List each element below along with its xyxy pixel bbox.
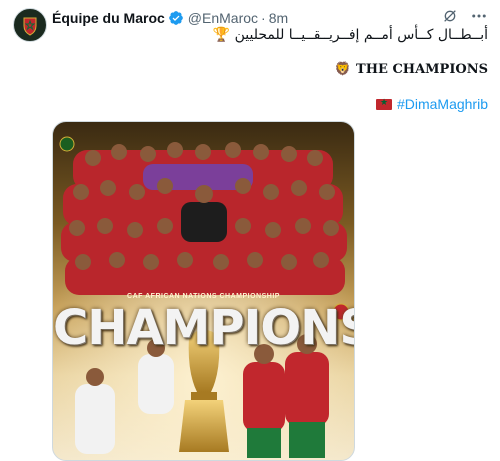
separator-dot: · (261, 10, 266, 26)
author-handle[interactable]: @EnMaroc (188, 10, 258, 26)
morocco-flag-icon (375, 97, 392, 110)
crest-icon (59, 136, 75, 152)
tweet-hashtag-line: #DimaMaghrib (375, 96, 488, 112)
timestamp[interactable]: 8m (269, 10, 288, 26)
tweet-text-arabic: أبــطــال كــأس أمــم إفــريــقــيــا لل… (212, 27, 488, 43)
tweet-media-image[interactable]: CAF AFRICAN NATIONS CHAMPIONSHIP CHAMPIO… (52, 121, 355, 461)
champions-label: THE CHAMPIONS (356, 62, 488, 77)
tweet-header: Équipe du Maroc @EnMaroc · 8m (52, 9, 288, 27)
tweet-text-champions: 🦁 THE CHAMPIONS (335, 62, 488, 77)
more-icon[interactable] (470, 7, 488, 25)
hashtag-link[interactable]: #DimaMaghrib (397, 96, 488, 112)
poster-subtitle: CAF AFRICAN NATIONS CHAMPIONSHIP (127, 293, 280, 300)
team-players-group (61, 142, 347, 295)
author-name[interactable]: Équipe du Maroc (52, 10, 165, 26)
morocco-federation-crest-icon (16, 11, 44, 39)
team-photo-illustration (53, 122, 354, 460)
verified-badge-icon (168, 10, 184, 26)
header-actions (442, 7, 488, 25)
lion-emoji-icon: 🦁 (334, 62, 352, 77)
poster-title: CHAMPIONS (53, 300, 355, 356)
avatar[interactable] (13, 8, 47, 42)
grok-icon[interactable] (442, 8, 458, 24)
